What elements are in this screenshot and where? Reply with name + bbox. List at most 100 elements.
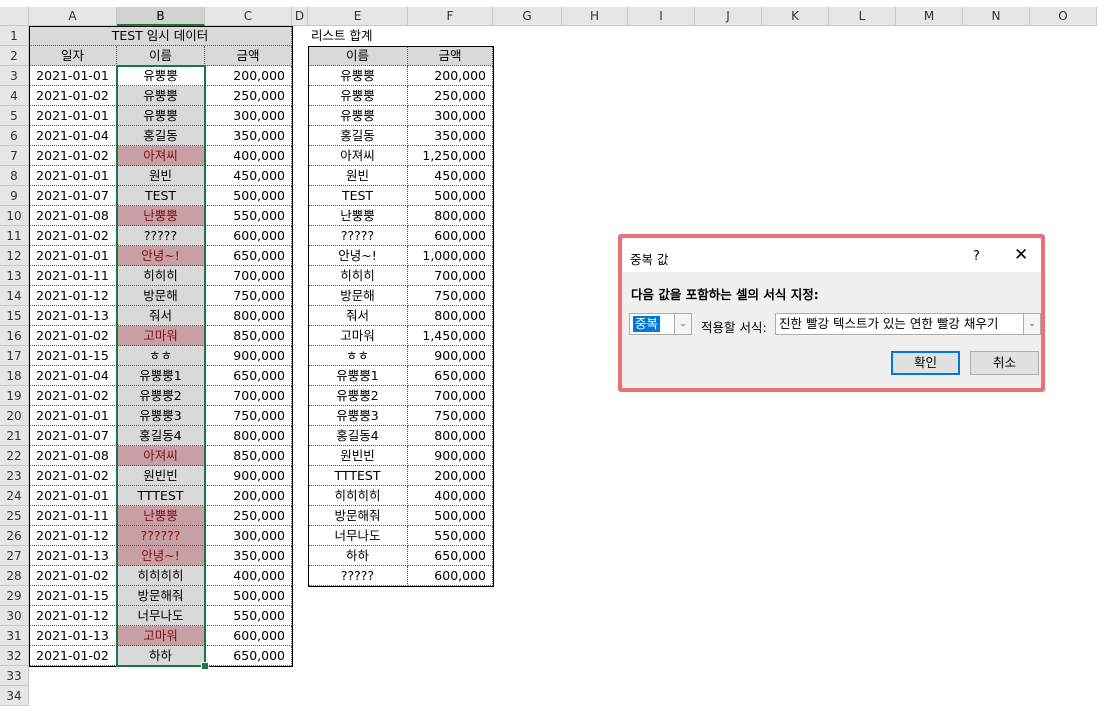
row-header-22[interactable]: 22 — [0, 446, 29, 466]
column-header-e[interactable]: E — [308, 7, 408, 26]
table-cell-amount[interactable]: 700,000 — [205, 386, 292, 406]
row-header-2[interactable]: 2 — [0, 46, 29, 66]
table-cell-amount[interactable]: 900,000 — [408, 446, 493, 466]
table-cell-amount[interactable]: 500,000 — [205, 186, 292, 206]
table-cell-amount[interactable]: 600,000 — [205, 226, 292, 246]
chevron-down-icon[interactable]: ⌄ — [1023, 314, 1040, 334]
table-cell-name[interactable]: 하하 — [117, 646, 205, 666]
table-cell-date[interactable]: 2021-01-07 — [29, 186, 117, 206]
table-cell-amount[interactable]: 900,000 — [205, 346, 292, 366]
table-cell-date[interactable]: 2021-01-11 — [29, 266, 117, 286]
select-all-corner[interactable] — [0, 7, 29, 26]
table-cell-date[interactable]: 2021-01-01 — [29, 106, 117, 126]
help-button[interactable]: ? — [973, 249, 980, 264]
table-cell-amount[interactable]: 400,000 — [205, 146, 292, 166]
table-cell-date[interactable]: 2021-01-13 — [29, 626, 117, 646]
table-cell-amount[interactable]: 900,000 — [205, 466, 292, 486]
table-cell-name[interactable]: 유뿡뿡 — [308, 86, 408, 106]
table-cell-name[interactable]: 유뿡뿡2 — [117, 386, 205, 406]
table-cell-amount[interactable]: 200,000 — [205, 66, 292, 86]
table-cell-name[interactable]: 아져씨 — [308, 146, 408, 166]
row-header-1[interactable]: 1 — [0, 26, 29, 46]
table-cell-name[interactable]: 유뿡뿡 — [308, 66, 408, 86]
row-header-16[interactable]: 16 — [0, 326, 29, 346]
left-table-header[interactable]: 일자 — [29, 46, 117, 66]
table-cell-name[interactable]: 유뿡뿡3 — [308, 406, 408, 426]
table-cell-amount[interactable]: 550,000 — [205, 206, 292, 226]
column-header-d[interactable]: D — [292, 7, 308, 26]
table-cell-amount[interactable]: 200,000 — [205, 486, 292, 506]
table-cell-name[interactable]: TEST — [308, 186, 408, 206]
table-cell-amount[interactable]: 750,000 — [408, 406, 493, 426]
table-cell-date[interactable]: 2021-01-11 — [29, 506, 117, 526]
row-header-10[interactable]: 10 — [0, 206, 29, 226]
row-header-28[interactable]: 28 — [0, 566, 29, 586]
table-cell-amount[interactable]: 200,000 — [408, 66, 493, 86]
table-cell-date[interactable]: 2021-01-02 — [29, 646, 117, 666]
table-cell-name[interactable]: 홍길동4 — [308, 426, 408, 446]
column-header-k[interactable]: K — [762, 7, 829, 26]
table-cell-name[interactable]: 방문해 — [308, 286, 408, 306]
row-header-29[interactable]: 29 — [0, 586, 29, 606]
table-cell-amount[interactable]: 400,000 — [205, 566, 292, 586]
table-cell-amount[interactable]: 650,000 — [205, 646, 292, 666]
table-cell-amount[interactable]: 800,000 — [205, 426, 292, 446]
table-cell-amount[interactable]: 500,000 — [205, 586, 292, 606]
row-header-24[interactable]: 24 — [0, 486, 29, 506]
table-cell-name[interactable]: 고마워 — [308, 326, 408, 346]
row-header-4[interactable]: 4 — [0, 86, 29, 106]
table-cell-date[interactable]: 2021-01-15 — [29, 346, 117, 366]
table-cell-name[interactable]: 원빈 — [308, 166, 408, 186]
table-cell-date[interactable]: 2021-01-01 — [29, 406, 117, 426]
table-cell-name[interactable]: 히히히히 — [117, 566, 205, 586]
table-cell-amount[interactable]: 650,000 — [205, 366, 292, 386]
table-cell-date[interactable]: 2021-01-01 — [29, 246, 117, 266]
table-cell-name[interactable]: 안녕~! — [117, 546, 205, 566]
table-cell-amount[interactable]: 350,000 — [408, 126, 493, 146]
table-cell-date[interactable]: 2021-01-08 — [29, 206, 117, 226]
table-cell-date[interactable]: 2021-01-01 — [29, 166, 117, 186]
left-table-header[interactable]: 금액 — [205, 46, 292, 66]
row-header-34[interactable]: 34 — [0, 686, 29, 706]
table-cell-date[interactable]: 2021-01-13 — [29, 306, 117, 326]
table-cell-name[interactable]: 줘서 — [308, 306, 408, 326]
table-cell-name[interactable]: 아져씨 — [117, 146, 205, 166]
table-cell-amount[interactable]: 850,000 — [205, 446, 292, 466]
table-cell-name[interactable]: 난뿡뿡 — [117, 506, 205, 526]
table-cell-amount[interactable]: 350,000 — [205, 546, 292, 566]
table-cell-amount[interactable]: 650,000 — [408, 546, 493, 566]
left-table-header[interactable]: 이름 — [117, 46, 205, 66]
table-cell-date[interactable]: 2021-01-02 — [29, 386, 117, 406]
right-table-header[interactable]: 금액 — [408, 46, 493, 66]
table-cell-name[interactable]: 유뿡뿡 — [117, 86, 205, 106]
row-header-30[interactable]: 30 — [0, 606, 29, 626]
table-cell-name[interactable]: 안녕~! — [308, 246, 408, 266]
row-header-20[interactable]: 20 — [0, 406, 29, 426]
table-cell-name[interactable]: TTTEST — [117, 486, 205, 506]
row-header-21[interactable]: 21 — [0, 426, 29, 446]
table-cell-amount[interactable]: 250,000 — [205, 86, 292, 106]
row-header-13[interactable]: 13 — [0, 266, 29, 286]
table-cell-name[interactable]: 원빈 — [117, 166, 205, 186]
table-cell-name[interactable]: 원빈빈 — [117, 466, 205, 486]
table-cell-amount[interactable]: 200,000 — [408, 466, 493, 486]
column-header-h[interactable]: H — [562, 7, 628, 26]
table-cell-name[interactable]: 방문해줘 — [308, 506, 408, 526]
table-cell-amount[interactable]: 350,000 — [205, 126, 292, 146]
table-cell-amount[interactable]: 850,000 — [205, 326, 292, 346]
table-cell-amount[interactable]: 300,000 — [205, 106, 292, 126]
table-cell-date[interactable]: 2021-01-02 — [29, 566, 117, 586]
table-cell-date[interactable]: 2021-01-02 — [29, 146, 117, 166]
table-cell-name[interactable]: 고마워 — [117, 626, 205, 646]
table-cell-amount[interactable]: 250,000 — [205, 506, 292, 526]
table-cell-date[interactable]: 2021-01-13 — [29, 546, 117, 566]
column-header-b[interactable]: B — [117, 7, 205, 26]
table-cell-name[interactable]: 홍길동4 — [117, 426, 205, 446]
right-table-header[interactable]: 이름 — [308, 46, 408, 66]
cancel-button[interactable]: 취소 — [970, 351, 1039, 375]
table-cell-name[interactable]: 히히히 — [117, 266, 205, 286]
table-cell-date[interactable]: 2021-01-01 — [29, 486, 117, 506]
row-header-27[interactable]: 27 — [0, 546, 29, 566]
row-header-9[interactable]: 9 — [0, 186, 29, 206]
table-cell-name[interactable]: 유뿡뿡 — [117, 66, 205, 86]
